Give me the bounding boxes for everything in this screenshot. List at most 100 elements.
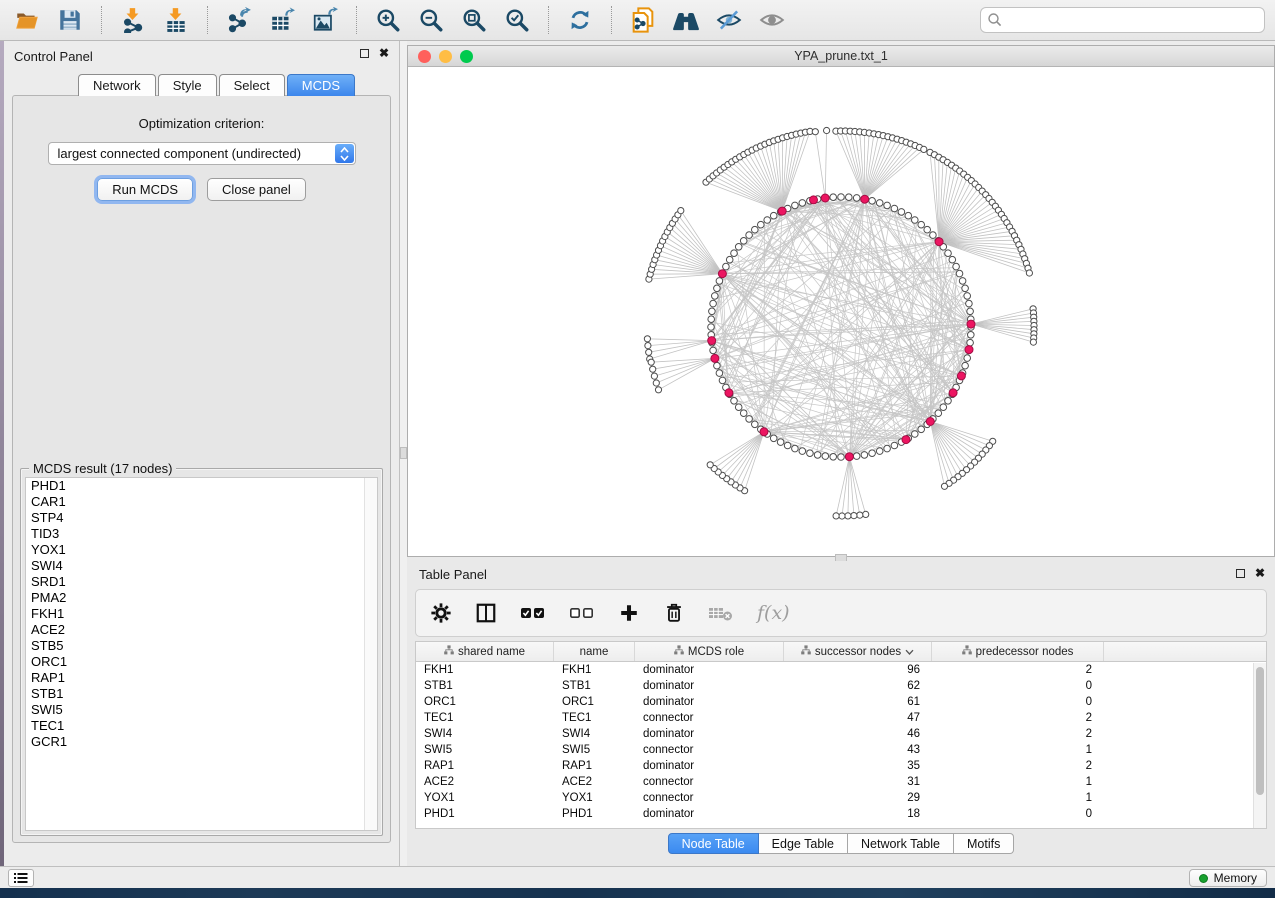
table-cell[interactable]: FKH1 [554,662,635,678]
show-all-icon[interactable] [755,5,789,35]
mcds-result-item[interactable]: FKH1 [26,606,377,622]
table-cell[interactable]: PHD1 [416,806,554,822]
table-cell[interactable]: 18 [784,806,932,822]
export-network-icon[interactable] [222,5,256,35]
table-cell[interactable]: TEC1 [416,710,554,726]
mcds-result-item[interactable]: SRD1 [26,574,377,590]
close-panel-button[interactable]: Close panel [207,178,306,201]
import-network-icon[interactable] [116,5,150,35]
column-header-shared-name[interactable]: shared name [416,642,554,661]
window-minimize-icon[interactable] [439,50,452,63]
deselect-all-icon[interactable] [569,604,595,622]
mcds-result-list[interactable]: PHD1CAR1STP4TID3YOX1SWI4SRD1PMA2FKH1ACE2… [25,477,378,831]
float-table-panel-icon[interactable] [1236,569,1245,578]
mcds-result-item[interactable]: TEC1 [26,718,377,734]
create-column-plus-icon[interactable] [618,602,640,624]
mcds-result-item[interactable]: CAR1 [26,494,377,510]
import-table-icon[interactable] [159,5,193,35]
table-cell[interactable]: 0 [932,806,1104,822]
table-cell[interactable]: ACE2 [554,774,635,790]
column-header-successor-nodes[interactable]: successor nodes [784,642,932,661]
table-cell[interactable]: ORC1 [554,694,635,710]
column-header-predecessor-nodes[interactable]: predecessor nodes [932,642,1104,661]
table-cell[interactable]: 35 [784,758,932,774]
show-column-panel-icon[interactable] [475,602,497,624]
table-cell[interactable]: 2 [932,710,1104,726]
mcds-result-item[interactable]: TID3 [26,526,377,542]
table-row[interactable]: STB1STB1dominator620 [416,678,1266,694]
table-scrollbar[interactable] [1253,663,1266,828]
table-cell[interactable]: 96 [784,662,932,678]
splitter-grip[interactable] [400,447,407,459]
table-cell[interactable]: SWI4 [416,726,554,742]
mcds-result-item[interactable]: ACE2 [26,622,377,638]
table-cell[interactable]: 62 [784,678,932,694]
clone-network-icon[interactable] [626,5,660,35]
table-row[interactable]: TEC1TEC1connector472 [416,710,1266,726]
first-neighbors-icon[interactable] [669,5,703,35]
tab-node-table[interactable]: Node Table [668,833,759,854]
zoom-fit-icon[interactable] [457,5,491,35]
table-settings-gear-icon[interactable] [430,602,452,624]
tab-style[interactable]: Style [158,74,217,96]
table-cell[interactable]: RAP1 [416,758,554,774]
table-cell[interactable]: dominator [635,694,784,710]
table-row[interactable]: SWI4SWI4dominator462 [416,726,1266,742]
search-input[interactable] [980,7,1265,33]
table-cell[interactable]: STB1 [554,678,635,694]
table-cell[interactable]: 47 [784,710,932,726]
zoom-out-icon[interactable] [414,5,448,35]
close-panel-icon[interactable]: ✖ [379,49,389,58]
export-table-icon[interactable] [265,5,299,35]
vertical-splitter[interactable] [400,41,407,866]
tab-network[interactable]: Network [78,74,156,96]
mcds-result-item[interactable]: YOX1 [26,542,377,558]
table-cell[interactable]: 61 [784,694,932,710]
table-row[interactable]: PHD1PHD1dominator180 [416,806,1266,822]
tab-motifs[interactable]: Motifs [954,833,1014,854]
table-row[interactable]: FKH1FKH1dominator962 [416,662,1266,678]
table-row[interactable]: YOX1YOX1connector291 [416,790,1266,806]
table-cell[interactable]: 0 [932,678,1104,694]
mcds-list-scrollbar[interactable] [364,478,377,830]
hide-selected-icon[interactable] [712,5,746,35]
mcds-result-item[interactable]: GCR1 [26,734,377,750]
mcds-result-item[interactable]: SWI4 [26,558,377,574]
table-cell[interactable]: 2 [932,758,1104,774]
table-cell[interactable]: 1 [932,742,1104,758]
table-cell[interactable]: connector [635,774,784,790]
table-cell[interactable]: YOX1 [554,790,635,806]
table-cell[interactable]: SWI5 [416,742,554,758]
network-canvas[interactable] [408,67,1274,556]
table-cell[interactable]: 46 [784,726,932,742]
column-header-mcds-role[interactable]: MCDS role [635,642,784,661]
table-row[interactable]: ORC1ORC1dominator610 [416,694,1266,710]
mcds-result-item[interactable]: STB5 [26,638,377,654]
window-close-icon[interactable] [418,50,431,63]
table-cell[interactable]: dominator [635,662,784,678]
mcds-result-item[interactable]: STP4 [26,510,377,526]
tab-edge-table[interactable]: Edge Table [759,833,848,854]
refresh-icon[interactable] [563,5,597,35]
zoom-selected-icon[interactable] [500,5,534,35]
table-cell[interactable]: 2 [932,726,1104,742]
save-session-icon[interactable] [53,5,87,35]
tab-select[interactable]: Select [219,74,285,96]
console-button[interactable] [8,869,34,887]
table-cell[interactable]: dominator [635,806,784,822]
table-cell[interactable]: dominator [635,726,784,742]
mcds-result-item[interactable]: RAP1 [26,670,377,686]
tab-network-table[interactable]: Network Table [848,833,954,854]
table-cell[interactable]: 1 [932,790,1104,806]
table-cell[interactable]: ACE2 [416,774,554,790]
mcds-result-item[interactable]: ORC1 [26,654,377,670]
table-cell[interactable]: 43 [784,742,932,758]
column-header-name[interactable]: name [554,642,635,661]
table-cell[interactable]: FKH1 [416,662,554,678]
table-row[interactable]: ACE2ACE2connector311 [416,774,1266,790]
table-cell[interactable]: connector [635,710,784,726]
memory-button[interactable]: Memory [1189,869,1267,887]
scrollbar-thumb[interactable] [1256,667,1264,795]
table-cell[interactable]: 29 [784,790,932,806]
table-cell[interactable]: YOX1 [416,790,554,806]
